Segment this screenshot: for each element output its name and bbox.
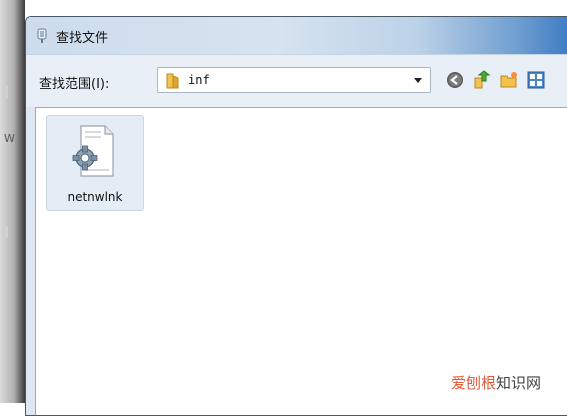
dialog-title: 查找文件 — [56, 27, 108, 46]
look-in-label: 查找范围(I): — [39, 73, 109, 92]
up-folder-icon[interactable] — [472, 70, 492, 90]
find-file-dialog: 查找文件 查找范围(I): inf — [25, 16, 567, 416]
watermark-suffix: 知识网 — [496, 374, 541, 392]
look-in-dropdown[interactable]: inf — [157, 67, 431, 93]
file-item[interactable]: netnwlnk — [46, 115, 144, 211]
view-menu-icon[interactable] — [526, 70, 546, 90]
dialog-app-icon — [36, 28, 48, 44]
look-in-toolbar: 查找范围(I): inf — [26, 55, 567, 107]
watermark-brand: 爱刨根 — [451, 374, 496, 392]
title-bar[interactable]: 查找文件 — [26, 17, 567, 55]
file-name-label: netnwlnk — [47, 190, 143, 204]
watermark: 爱刨根知识网 — [451, 372, 541, 393]
background-mark — [2, 86, 8, 98]
background-window-edge — [0, 0, 25, 403]
file-list-view[interactable]: netnwlnk — [35, 107, 567, 416]
background-stray-text: W — [4, 132, 15, 145]
inf-settings-file-icon — [67, 122, 123, 182]
chevron-down-icon[interactable] — [414, 78, 422, 83]
background-mark — [2, 226, 8, 238]
folder-icon — [164, 73, 182, 89]
look-in-value: inf — [188, 73, 210, 87]
new-folder-icon[interactable] — [499, 70, 519, 90]
back-arrow-icon[interactable] — [445, 70, 465, 90]
